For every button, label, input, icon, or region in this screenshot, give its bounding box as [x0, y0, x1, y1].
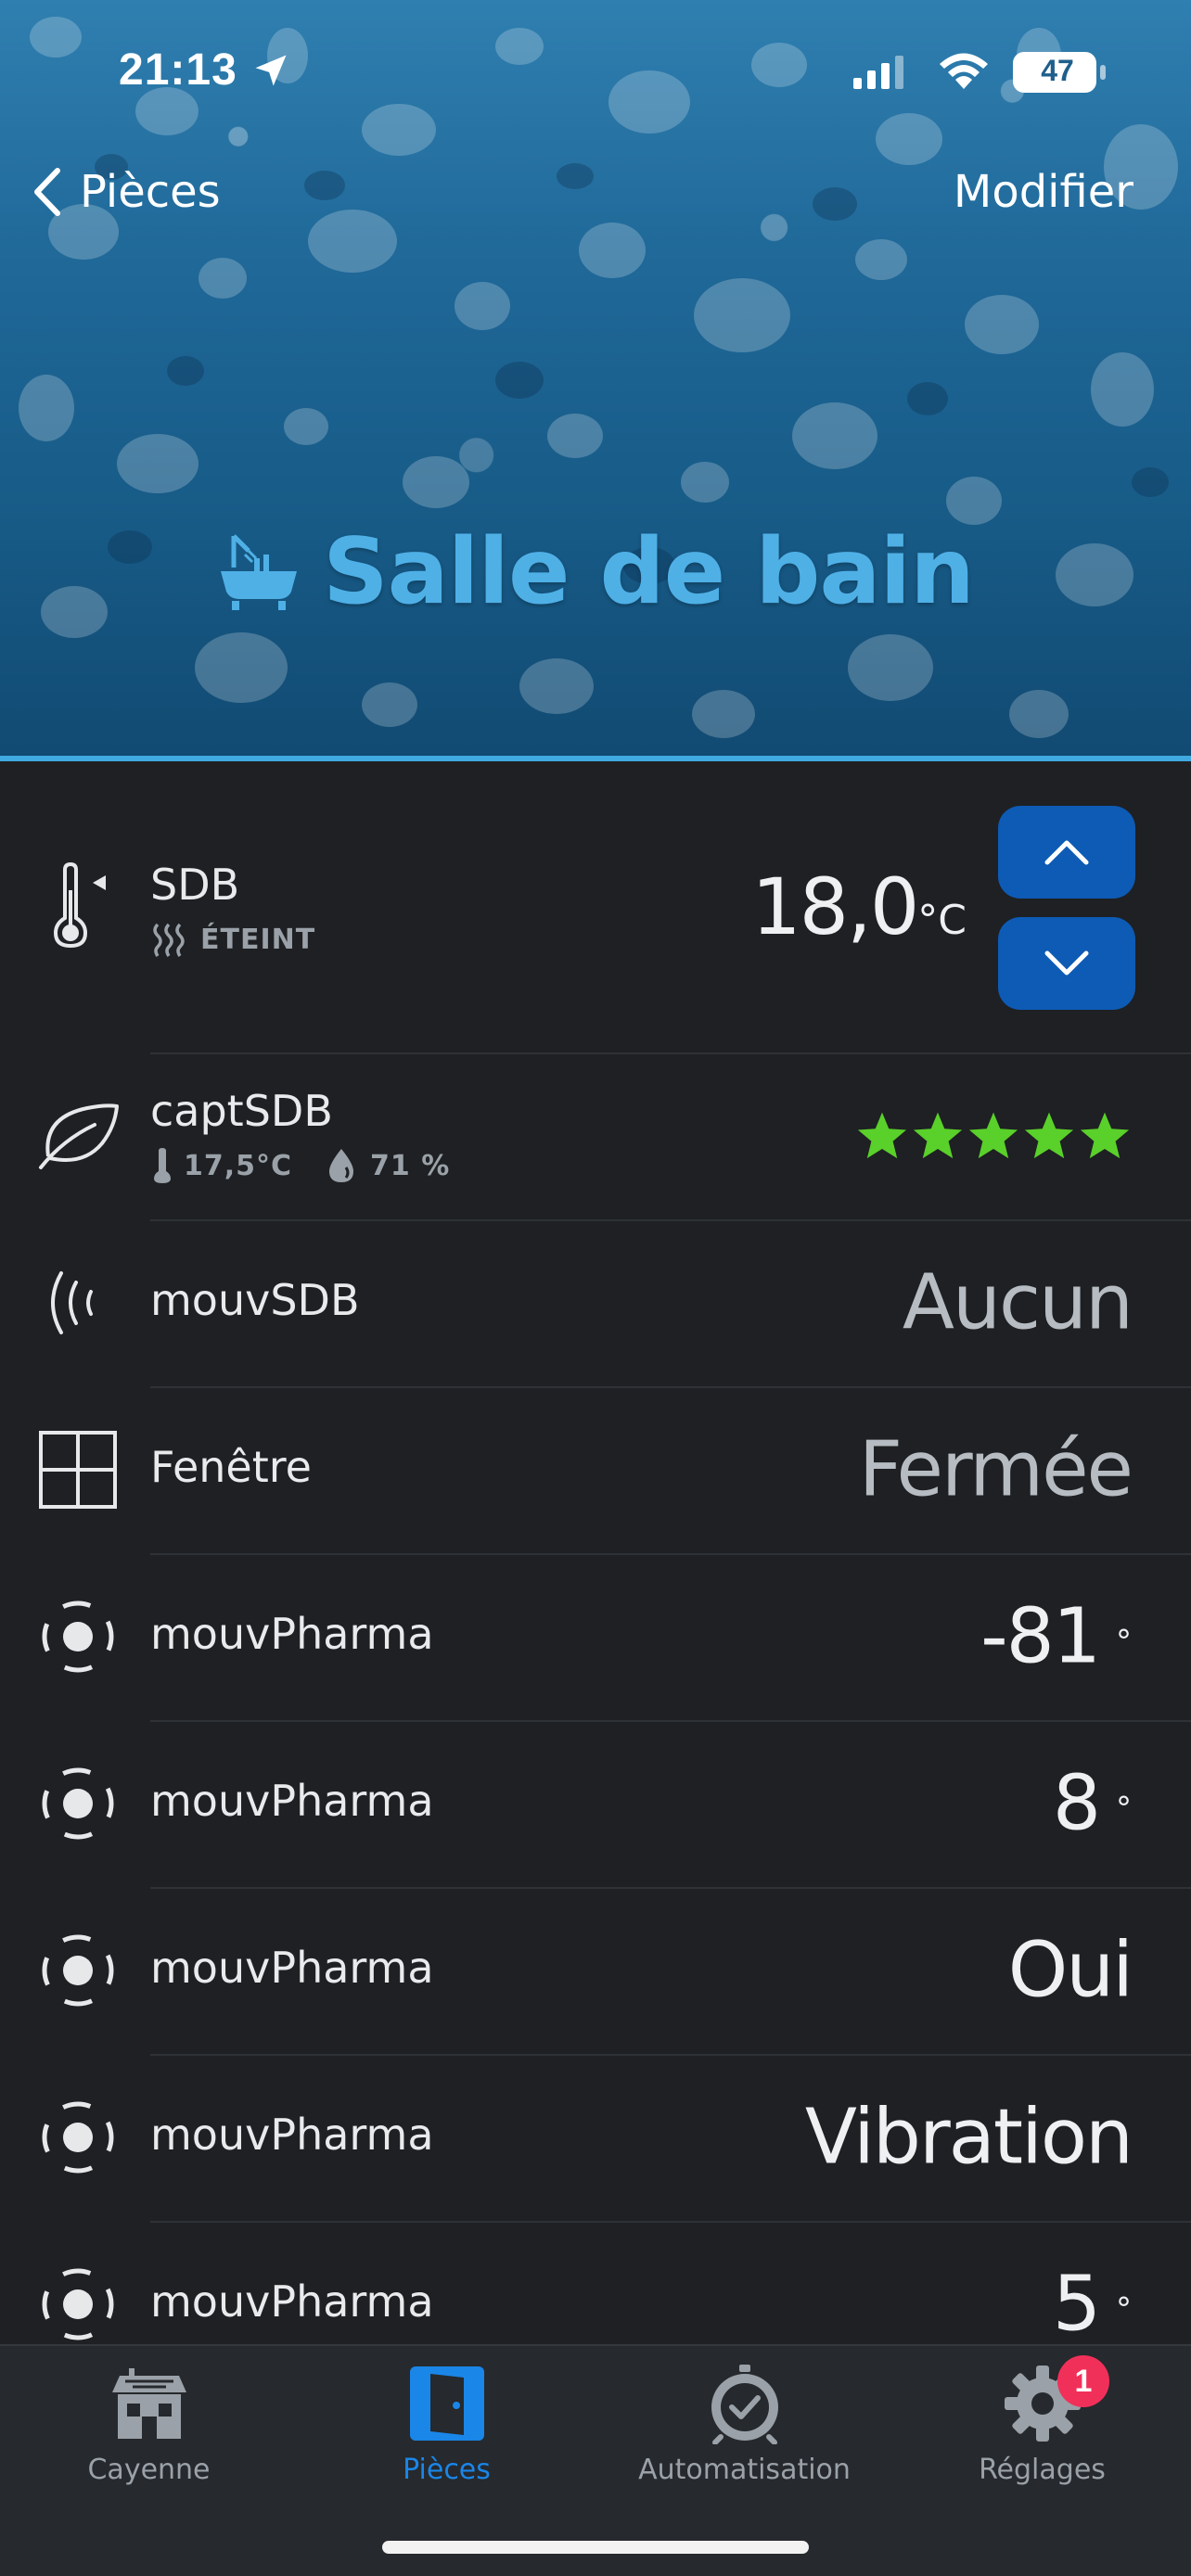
- battery-level: 47: [1041, 54, 1074, 87]
- tab-label: Pièces: [403, 2454, 491, 2486]
- bathtub-icon: [221, 534, 298, 610]
- device-name: mouvSDB: [150, 1275, 360, 1325]
- sensor-icon: [33, 1759, 122, 1848]
- device-unit: °: [1116, 1790, 1132, 1828]
- home-indicator[interactable]: [382, 2541, 809, 2554]
- window-icon: [33, 1425, 122, 1514]
- device-value-group: 8 °: [1053, 1760, 1132, 1848]
- device-row-mouvpharma[interactable]: mouvPharma 8 °: [0, 1720, 1191, 1889]
- device-value: Vibration: [804, 2093, 1133, 2182]
- chevron-left-icon: [34, 168, 60, 216]
- status-time: 21:13: [119, 45, 237, 95]
- thermostat-temperature: 18,0: [751, 861, 919, 952]
- sensor-icon: [33, 1926, 122, 2015]
- device-value: Fermée: [858, 1425, 1133, 1514]
- sensor-name: captSDB: [150, 1086, 333, 1136]
- star-icon: [857, 1112, 907, 1159]
- back-label: Pièces: [80, 166, 221, 218]
- sensor-icon: [33, 2260, 122, 2349]
- sensor-readings: 17,5°C 71 %: [150, 1147, 450, 1184]
- thermostat-setpoint: 18,0°C: [751, 861, 967, 952]
- device-row-fenetre[interactable]: Fenêtre Fermée: [0, 1386, 1191, 1555]
- room-title-text: Salle de bain: [323, 519, 975, 625]
- alarm-clock-icon: [596, 2359, 893, 2448]
- device-list: SDB ÉTEINT 18,0°C captSDB 17,5°C 71 % mo…: [0, 761, 1191, 2388]
- device-value-group: 5 °: [1053, 2261, 1132, 2349]
- tab-cayenne[interactable]: Cayenne: [0, 2359, 298, 2486]
- room-screen: 21:13 47 Pièces Modifier Salle de bain S…: [0, 0, 1191, 2576]
- device-value: Aucun: [902, 1258, 1133, 1347]
- device-value: -81: [980, 1592, 1101, 1681]
- house-icon: [0, 2359, 298, 2448]
- motion-icon: [33, 1258, 122, 1347]
- device-row-mouvsdb[interactable]: mouvSDB Aucun: [0, 1219, 1191, 1388]
- room-title: Salle de bain: [0, 519, 1191, 625]
- leaf-icon: [33, 1091, 122, 1180]
- water-drop-icon: [329, 1149, 354, 1182]
- thermostat-status: ÉTEINT: [150, 921, 315, 958]
- edit-label: Modifier: [953, 166, 1133, 218]
- tab-label: Réglages: [979, 2454, 1106, 2486]
- device-row-mouvpharma[interactable]: mouvPharma Vibration: [0, 2054, 1191, 2223]
- chevron-up-icon: [1044, 840, 1089, 865]
- sensor-icon: [33, 1592, 122, 1681]
- star-icon: [1080, 1112, 1130, 1159]
- edit-button[interactable]: Modifier: [954, 159, 1133, 224]
- tab-automatisation[interactable]: Automatisation: [596, 2359, 893, 2486]
- thermometer-icon: [33, 862, 122, 951]
- device-unit: °: [1116, 2290, 1132, 2328]
- device-value-group: -81 °: [980, 1593, 1132, 1681]
- door-icon: [298, 2359, 596, 2448]
- notification-badge: 1: [1057, 2355, 1109, 2407]
- device-name: mouvPharma: [150, 1609, 434, 1659]
- back-button[interactable]: Pièces: [33, 159, 221, 224]
- decrease-temperature-button[interactable]: [998, 917, 1135, 1010]
- heating-icon: [153, 923, 185, 957]
- star-icon: [913, 1112, 963, 1159]
- cellular-signal-icon: [853, 56, 903, 89]
- air-quality-row[interactable]: captSDB 17,5°C 71 %: [0, 1052, 1191, 1221]
- chevron-down-icon: [1044, 950, 1089, 976]
- tab-pieces[interactable]: Pièces: [298, 2359, 596, 2486]
- device-name: Fenêtre: [150, 1442, 312, 1492]
- tab-reglages[interactable]: Réglages: [893, 2359, 1191, 2486]
- sensor-temperature: 17,5°C: [184, 1149, 293, 1182]
- star-icon: [968, 1112, 1018, 1159]
- device-row-mouvpharma[interactable]: mouvPharma Oui: [0, 1887, 1191, 2056]
- device-value: Oui: [1007, 1926, 1133, 2015]
- device-value: 8: [1052, 1759, 1101, 1848]
- star-icon: [1024, 1112, 1074, 1159]
- water-drops-decoration: [19, 17, 1178, 738]
- increase-temperature-button[interactable]: [998, 806, 1135, 899]
- device-unit: °: [1116, 1623, 1132, 1661]
- thermostat-row[interactable]: SDB ÉTEINT 18,0°C: [0, 761, 1191, 1054]
- thermostat-status-text: ÉTEINT: [200, 923, 316, 956]
- tab-label: Automatisation: [638, 2454, 851, 2486]
- wifi-icon: [940, 53, 988, 89]
- thermometer-small-icon: [154, 1148, 171, 1183]
- thermostat-unit: °C: [917, 897, 967, 944]
- room-header-background: 21:13 47 Pièces Modifier Salle de bain: [0, 0, 1191, 759]
- status-bar: 21:13 47: [0, 37, 1191, 102]
- device-name: mouvPharma: [150, 1776, 434, 1826]
- location-arrow-icon: [255, 55, 287, 86]
- device-name: mouvPharma: [150, 2110, 434, 2160]
- sensor-humidity: 71 %: [370, 1149, 451, 1182]
- device-name: mouvPharma: [150, 2276, 434, 2327]
- sensor-icon: [33, 2093, 122, 2182]
- thermostat-name: SDB: [150, 860, 240, 910]
- device-row-mouvpharma[interactable]: mouvPharma -81 °: [0, 1553, 1191, 1722]
- device-name: mouvPharma: [150, 1943, 434, 1993]
- tab-label: Cayenne: [87, 2454, 211, 2486]
- gear-icon: [893, 2359, 1191, 2448]
- device-value: 5: [1052, 2260, 1101, 2349]
- rating-stars: [853, 1109, 1132, 1163]
